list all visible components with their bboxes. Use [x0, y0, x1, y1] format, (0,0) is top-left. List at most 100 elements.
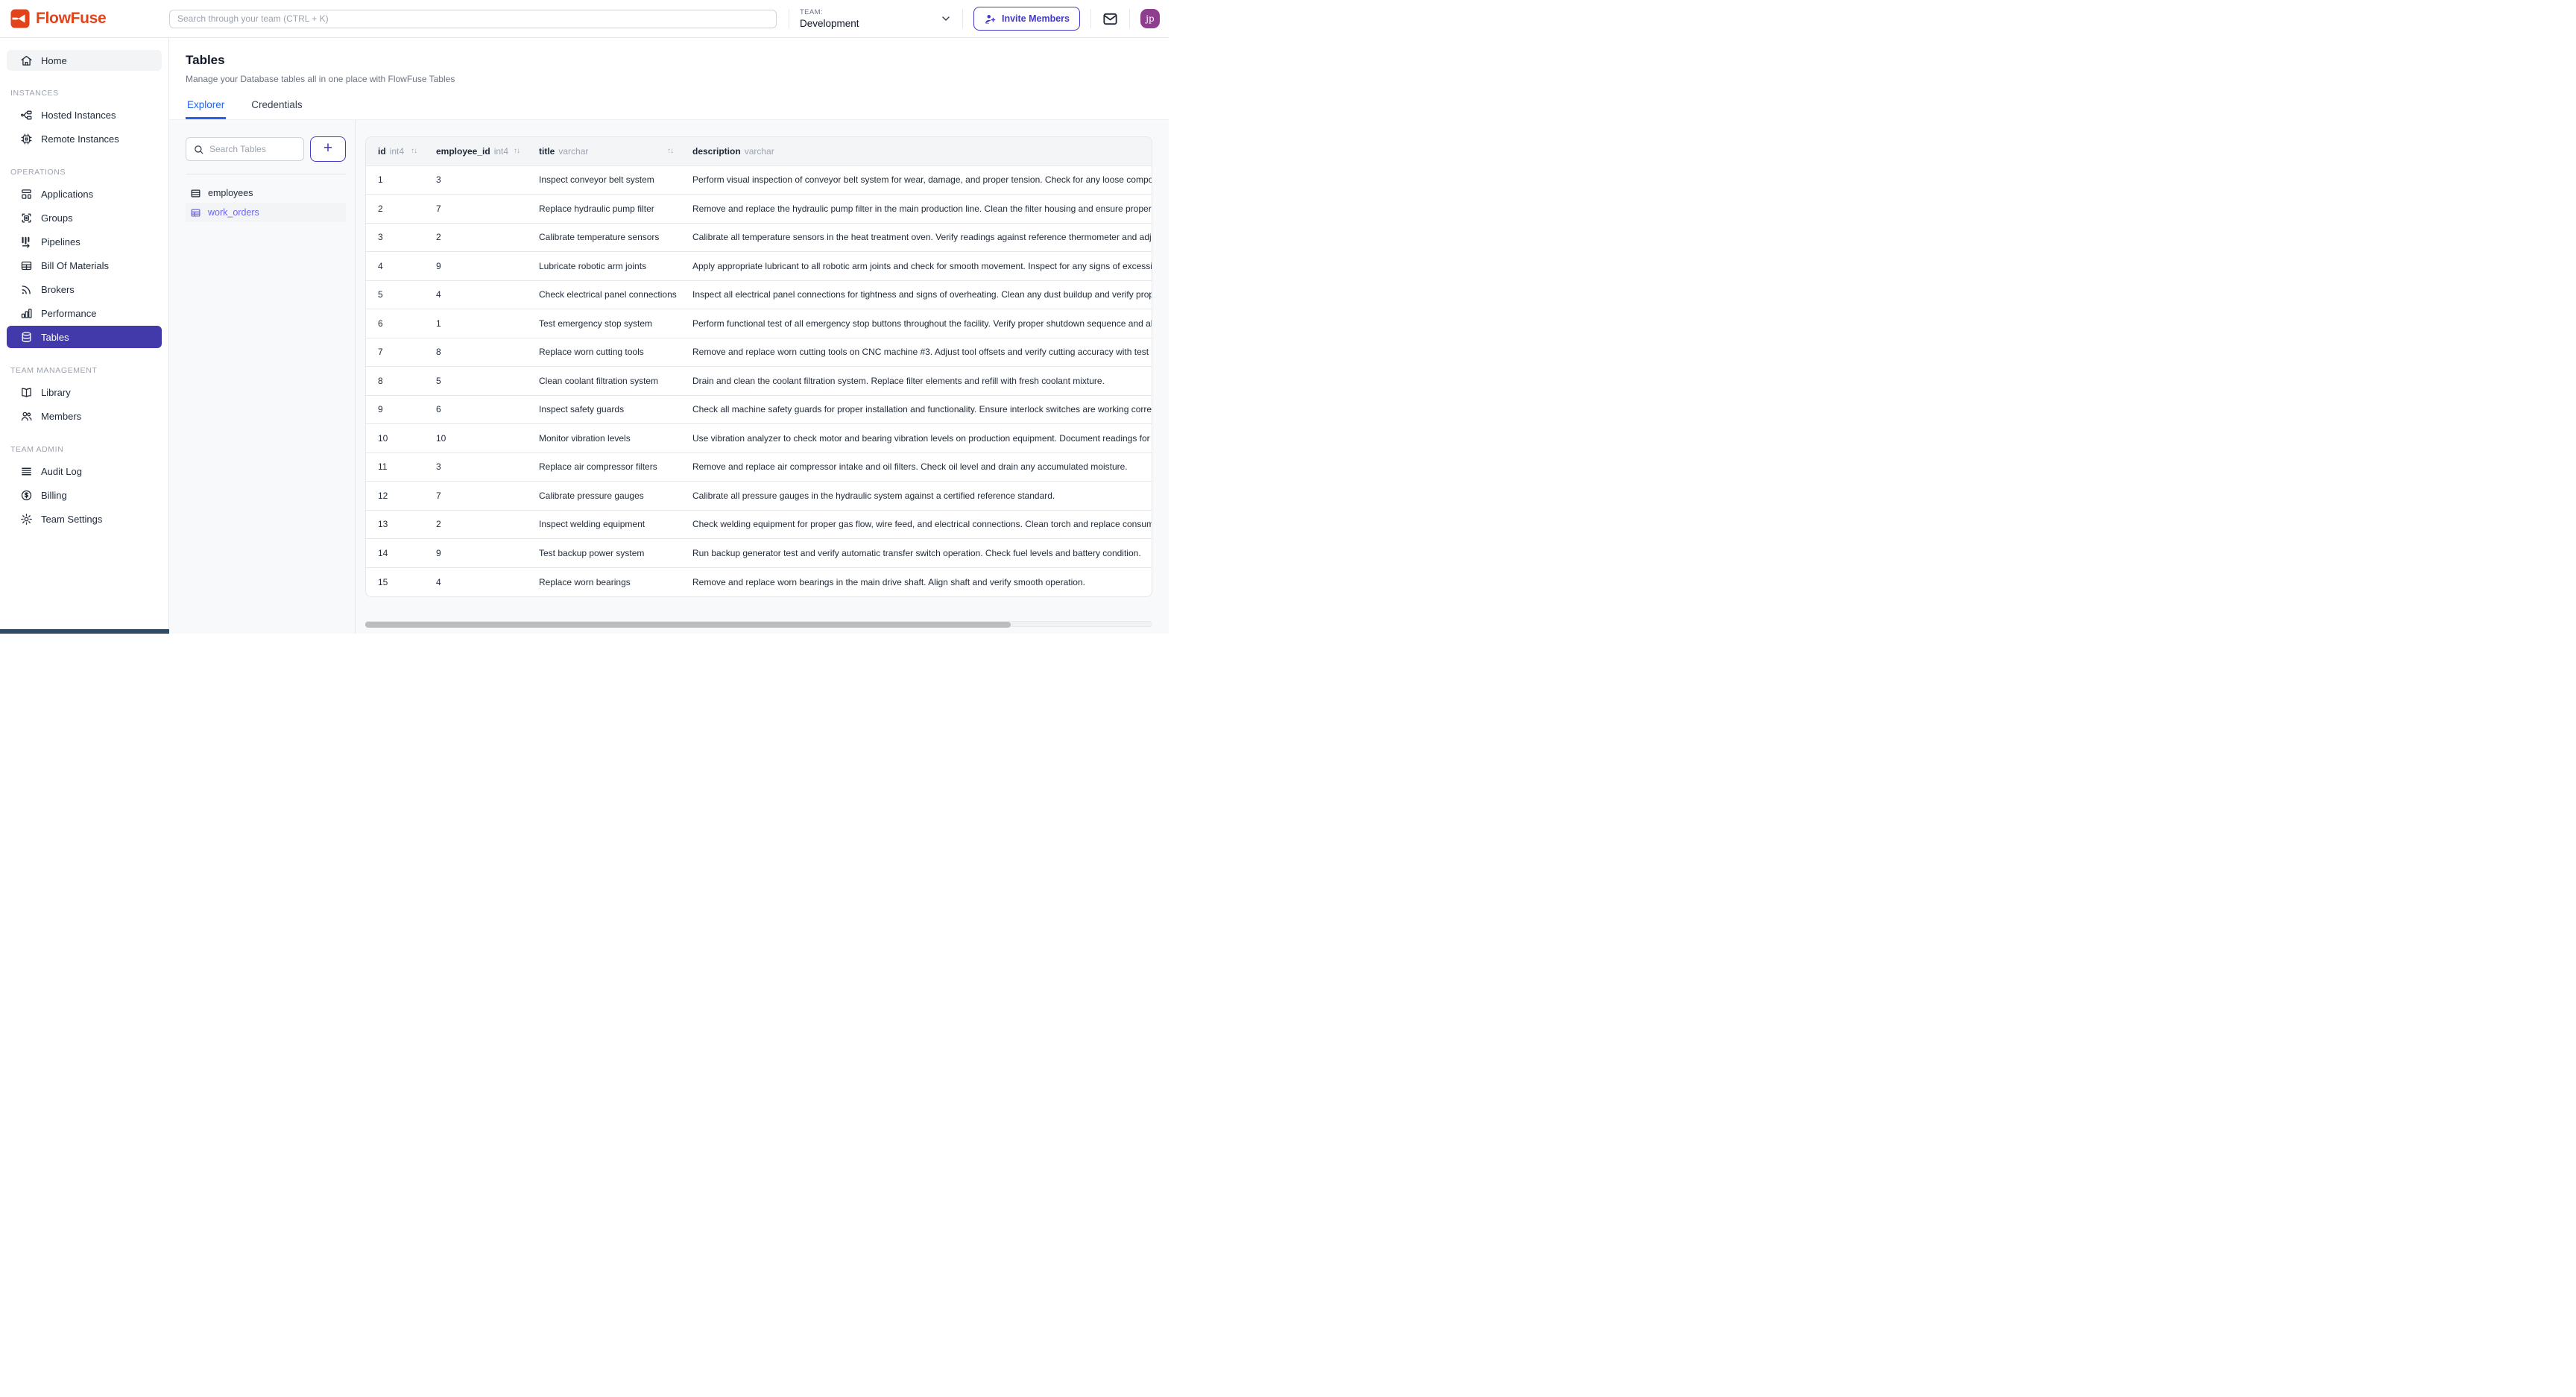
cell-description: Remove and replace the hydraulic pump fi… — [681, 195, 1152, 224]
column-header-title[interactable]: titlevarchar ↑↓ — [527, 137, 681, 165]
user-plus-icon — [984, 13, 997, 25]
cell-id: 11 — [366, 452, 424, 482]
divider — [1090, 9, 1091, 28]
sidebar-item-label: Remote Instances — [41, 133, 119, 145]
cell-title: Check electrical panel connections — [527, 280, 681, 309]
sidebar-item-members[interactable]: Members — [7, 405, 162, 427]
table-row[interactable]: 154Replace worn bearingsRemove and repla… — [366, 567, 1152, 596]
applications-icon — [20, 188, 33, 201]
cell-title: Replace worn cutting tools — [527, 338, 681, 367]
tab-explorer[interactable]: Explorer — [186, 99, 226, 119]
sidebar-item-label: Bill Of Materials — [41, 260, 109, 271]
flowfuse-logo[interactable]: FlowFuse — [10, 9, 169, 28]
sidebar-item-label: Applications — [41, 189, 93, 200]
table-row[interactable]: 61Test emergency stop systemPerform func… — [366, 309, 1152, 338]
table-row[interactable]: 49Lubricate robotic arm jointsApply appr… — [366, 252, 1152, 281]
gear-icon — [20, 513, 33, 526]
cell-title: Clean coolant filtration system — [527, 367, 681, 396]
sidebar: Home INSTANCES Hosted Instances Remote I… — [0, 38, 169, 634]
sidebar-item-label: Billing — [41, 490, 67, 501]
chevron-down-icon[interactable] — [940, 13, 952, 25]
flowfuse-logo-icon — [10, 9, 30, 28]
table-row[interactable]: 96Inspect safety guardsCheck all machine… — [366, 395, 1152, 424]
cell-description: Inspect all electrical panel connections… — [681, 280, 1152, 309]
sidebar-item-performance[interactable]: Performance — [7, 302, 162, 324]
sort-icon[interactable]: ↑↓ — [411, 147, 417, 155]
table-row[interactable]: 127Calibrate pressure gaugesCalibrate al… — [366, 482, 1152, 511]
sidebar-item-home[interactable]: Home — [7, 50, 162, 71]
cell-title: Monitor vibration levels — [527, 424, 681, 453]
sidebar-item-audit-log[interactable]: Audit Log — [7, 460, 162, 482]
sidebar-item-label: Groups — [41, 212, 73, 224]
invite-members-button[interactable]: Invite Members — [973, 7, 1080, 31]
global-search-input[interactable] — [177, 13, 768, 24]
cell-description: Calibrate all temperature sensors in the… — [681, 223, 1152, 252]
sidebar-item-applications[interactable]: Applications — [7, 183, 162, 205]
plus-icon: + — [323, 140, 332, 156]
avatar[interactable]: jp — [1140, 9, 1160, 28]
page-subtitle: Manage your Database tables all in one p… — [186, 74, 1169, 84]
sidebar-item-tables[interactable]: Tables — [7, 326, 162, 348]
search-tables-input[interactable] — [209, 144, 297, 154]
team-selector[interactable]: TEAM: Development — [800, 8, 952, 29]
sidebar-item-bill-of-materials[interactable]: Bill Of Materials — [7, 254, 162, 277]
cell-description: Calibrate all pressure gauges in the hyd… — [681, 482, 1152, 511]
scrollbar-thumb[interactable] — [365, 622, 1011, 628]
table-row[interactable]: 13Inspect conveyor belt systemPerform vi… — [366, 165, 1152, 195]
column-header-id[interactable]: idint4 ↑↓ — [366, 137, 424, 165]
table-row[interactable]: 85Clean coolant filtration systemDrain a… — [366, 367, 1152, 396]
global-search[interactable] — [169, 10, 777, 28]
cell-description: Perform visual inspection of conveyor be… — [681, 165, 1152, 195]
cell-employee_id: 9 — [424, 539, 527, 568]
sidebar-section-operations: OPERATIONS — [10, 168, 168, 177]
column-header-description[interactable]: descriptionvarchar — [681, 137, 1152, 165]
sidebar-item-groups[interactable]: Groups — [7, 206, 162, 229]
hosted-instances-icon — [20, 109, 33, 122]
table-row[interactable]: 32Calibrate temperature sensorsCalibrate… — [366, 223, 1152, 252]
cell-id: 14 — [366, 539, 424, 568]
cell-employee_id: 6 — [424, 395, 527, 424]
table-row[interactable]: 149Test backup power systemRun backup ge… — [366, 539, 1152, 568]
data-table-card: idint4 ↑↓ employee_idint4 ↑↓ — [365, 136, 1152, 597]
cell-employee_id: 8 — [424, 338, 527, 367]
topbar-right: TEAM: Development Invite Members — [789, 7, 1160, 31]
cell-id: 6 — [366, 309, 424, 338]
cell-employee_id: 7 — [424, 482, 527, 511]
table-row[interactable]: 1010Monitor vibration levelsUse vibratio… — [366, 424, 1152, 453]
billing-icon — [20, 489, 33, 502]
table-row[interactable]: 132Inspect welding equipmentCheck weldin… — [366, 510, 1152, 539]
table-list-item-employees[interactable]: employees — [186, 183, 346, 203]
sort-icon[interactable]: ↑↓ — [514, 147, 520, 155]
mail-button[interactable] — [1102, 10, 1119, 28]
tab-credentials[interactable]: Credentials — [250, 99, 303, 119]
sidebar-item-brokers[interactable]: Brokers — [7, 278, 162, 300]
cell-employee_id: 4 — [424, 567, 527, 596]
sort-icon[interactable]: ↑↓ — [667, 147, 673, 155]
add-table-button[interactable]: + — [310, 136, 346, 162]
sidebar-item-pipelines[interactable]: Pipelines — [7, 230, 162, 253]
search-tables-box[interactable] — [186, 137, 304, 161]
horizontal-scrollbar[interactable] — [365, 621, 1152, 627]
sidebar-item-team-settings[interactable]: Team Settings — [7, 508, 162, 530]
invite-members-label: Invite Members — [1002, 13, 1070, 24]
database-icon — [20, 331, 33, 344]
cell-title: Inspect conveyor belt system — [527, 165, 681, 195]
sidebar-item-billing[interactable]: Billing — [7, 484, 162, 506]
top-bar: FlowFuse TEAM: Development — [0, 0, 1169, 38]
sidebar-item-hosted-instances[interactable]: Hosted Instances — [7, 104, 162, 126]
sidebar-item-remote-instances[interactable]: Remote Instances — [7, 127, 162, 150]
column-header-employee-id[interactable]: employee_idint4 ↑↓ — [424, 137, 527, 165]
book-icon — [20, 386, 33, 399]
table-row[interactable]: 113Replace air compressor filtersRemove … — [366, 452, 1152, 482]
table-row[interactable]: 27Replace hydraulic pump filterRemove an… — [366, 195, 1152, 224]
sidebar-item-library[interactable]: Library — [7, 381, 162, 403]
table-icon — [190, 207, 201, 218]
tab-bar: Explorer Credentials — [169, 99, 1169, 119]
tables-panel: + employees work_orders — [169, 120, 356, 634]
cell-title: Inspect safety guards — [527, 395, 681, 424]
table-icon — [190, 188, 201, 199]
sidebar-section-team-management: TEAM MANAGEMENT — [10, 366, 168, 375]
table-row[interactable]: 54Check electrical panel connectionsInsp… — [366, 280, 1152, 309]
table-row[interactable]: 78Replace worn cutting toolsRemove and r… — [366, 338, 1152, 367]
table-list-item-work-orders[interactable]: work_orders — [186, 203, 346, 222]
